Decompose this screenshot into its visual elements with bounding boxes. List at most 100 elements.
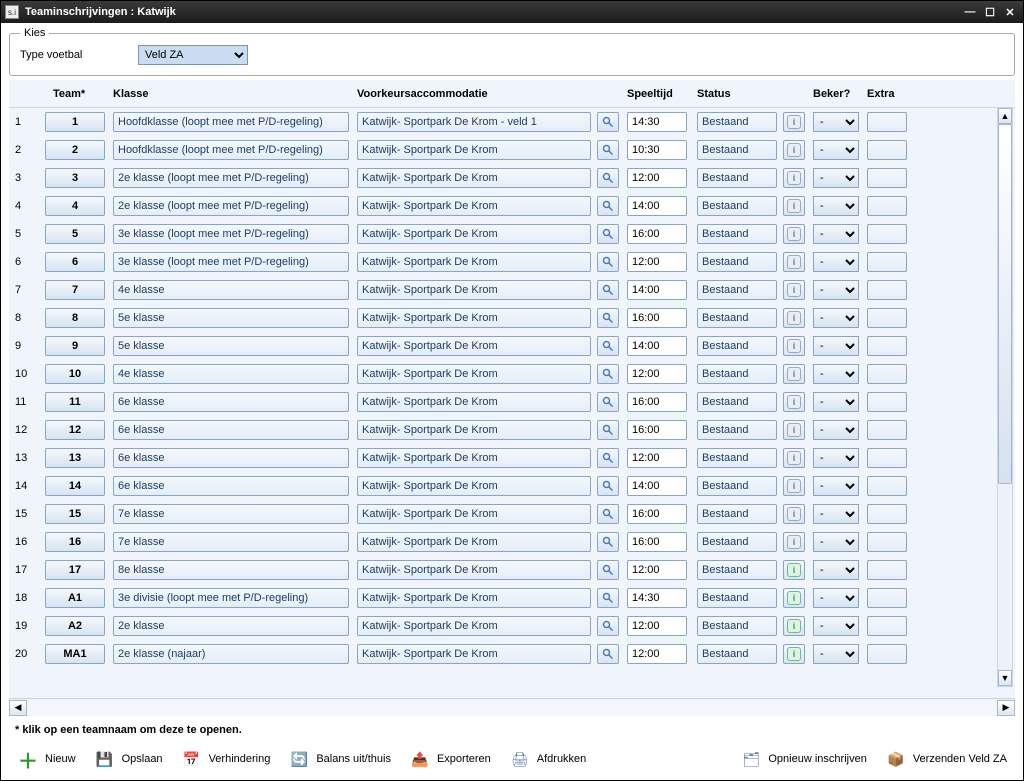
search-accom-button[interactable] xyxy=(597,140,619,160)
team-button[interactable]: 7 xyxy=(45,280,105,300)
accom-input[interactable] xyxy=(357,420,591,440)
info-button[interactable]: i xyxy=(783,588,805,608)
status-input[interactable] xyxy=(697,532,777,552)
speeltijd-input[interactable] xyxy=(627,112,687,132)
beker-select[interactable]: - xyxy=(813,168,859,188)
klasse-input[interactable] xyxy=(113,224,349,244)
info-button[interactable]: i xyxy=(783,336,805,356)
info-button[interactable]: i xyxy=(783,364,805,384)
beker-select[interactable]: - xyxy=(813,420,859,440)
status-input[interactable] xyxy=(697,644,777,664)
speeltijd-input[interactable] xyxy=(627,448,687,468)
beker-select[interactable]: - xyxy=(813,280,859,300)
info-button[interactable]: i xyxy=(783,112,805,132)
search-accom-button[interactable] xyxy=(597,280,619,300)
beker-select[interactable]: - xyxy=(813,308,859,328)
info-button[interactable]: i xyxy=(783,168,805,188)
status-input[interactable] xyxy=(697,196,777,216)
beker-select[interactable]: - xyxy=(813,392,859,412)
beker-select[interactable]: - xyxy=(813,476,859,496)
extra-box[interactable] xyxy=(867,560,907,580)
status-input[interactable] xyxy=(697,504,777,524)
search-accom-button[interactable] xyxy=(597,308,619,328)
accom-input[interactable] xyxy=(357,616,591,636)
info-button[interactable]: i xyxy=(783,224,805,244)
beker-select[interactable]: - xyxy=(813,532,859,552)
speeltijd-input[interactable] xyxy=(627,616,687,636)
status-input[interactable] xyxy=(697,364,777,384)
accom-input[interactable] xyxy=(357,336,591,356)
status-input[interactable] xyxy=(697,112,777,132)
team-button[interactable]: 2 xyxy=(45,140,105,160)
extra-box[interactable] xyxy=(867,420,907,440)
beker-select[interactable]: - xyxy=(813,364,859,384)
accom-input[interactable] xyxy=(357,448,591,468)
scroll-right-button[interactable]: ▶ xyxy=(997,700,1015,716)
speeltijd-input[interactable] xyxy=(627,140,687,160)
speeltijd-input[interactable] xyxy=(627,336,687,356)
beker-select[interactable]: - xyxy=(813,336,859,356)
info-button[interactable]: i xyxy=(783,476,805,496)
team-button[interactable]: 11 xyxy=(45,392,105,412)
accom-input[interactable] xyxy=(357,308,591,328)
klasse-input[interactable] xyxy=(113,560,349,580)
accom-input[interactable] xyxy=(357,588,591,608)
accom-input[interactable] xyxy=(357,476,591,496)
accom-input[interactable] xyxy=(357,224,591,244)
speeltijd-input[interactable] xyxy=(627,224,687,244)
status-input[interactable] xyxy=(697,168,777,188)
speeltijd-input[interactable] xyxy=(627,476,687,496)
accom-input[interactable] xyxy=(357,532,591,552)
extra-box[interactable] xyxy=(867,616,907,636)
beker-select[interactable]: - xyxy=(813,644,859,664)
extra-box[interactable] xyxy=(867,476,907,496)
search-accom-button[interactable] xyxy=(597,224,619,244)
extra-box[interactable] xyxy=(867,588,907,608)
search-accom-button[interactable] xyxy=(597,532,619,552)
search-accom-button[interactable] xyxy=(597,196,619,216)
extra-box[interactable] xyxy=(867,224,907,244)
klasse-input[interactable] xyxy=(113,252,349,272)
klasse-input[interactable] xyxy=(113,644,349,664)
beker-select[interactable]: - xyxy=(813,140,859,160)
extra-box[interactable] xyxy=(867,336,907,356)
klasse-input[interactable] xyxy=(113,420,349,440)
status-input[interactable] xyxy=(697,280,777,300)
info-button[interactable]: i xyxy=(783,644,805,664)
close-button[interactable]: ✕ xyxy=(1001,4,1019,20)
accom-input[interactable] xyxy=(357,504,591,524)
extra-box[interactable] xyxy=(867,252,907,272)
search-accom-button[interactable] xyxy=(597,336,619,356)
info-button[interactable]: i xyxy=(783,560,805,580)
info-button[interactable]: i xyxy=(783,140,805,160)
beker-select[interactable]: - xyxy=(813,504,859,524)
klasse-input[interactable] xyxy=(113,140,349,160)
extra-box[interactable] xyxy=(867,168,907,188)
klasse-input[interactable] xyxy=(113,112,349,132)
status-input[interactable] xyxy=(697,448,777,468)
accom-input[interactable] xyxy=(357,140,591,160)
speeltijd-input[interactable] xyxy=(627,644,687,664)
accom-input[interactable] xyxy=(357,644,591,664)
speeltijd-input[interactable] xyxy=(627,504,687,524)
search-accom-button[interactable] xyxy=(597,476,619,496)
team-button[interactable]: 3 xyxy=(45,168,105,188)
klasse-input[interactable] xyxy=(113,504,349,524)
team-button[interactable]: 4 xyxy=(45,196,105,216)
info-button[interactable]: i xyxy=(783,448,805,468)
info-button[interactable]: i xyxy=(783,392,805,412)
search-accom-button[interactable] xyxy=(597,448,619,468)
horizontal-scrollbar[interactable]: ◀ ▶ xyxy=(9,698,1015,716)
team-button[interactable]: 17 xyxy=(45,560,105,580)
verhindering-button[interactable]: 📅 Verhindering xyxy=(181,748,271,770)
klasse-input[interactable] xyxy=(113,336,349,356)
speeltijd-input[interactable] xyxy=(627,308,687,328)
extra-box[interactable] xyxy=(867,112,907,132)
klasse-input[interactable] xyxy=(113,308,349,328)
exporteren-button[interactable]: 📤 Exporteren xyxy=(409,748,491,770)
team-button[interactable]: MA1 xyxy=(45,644,105,664)
accom-input[interactable] xyxy=(357,280,591,300)
extra-box[interactable] xyxy=(867,364,907,384)
status-input[interactable] xyxy=(697,224,777,244)
extra-box[interactable] xyxy=(867,644,907,664)
